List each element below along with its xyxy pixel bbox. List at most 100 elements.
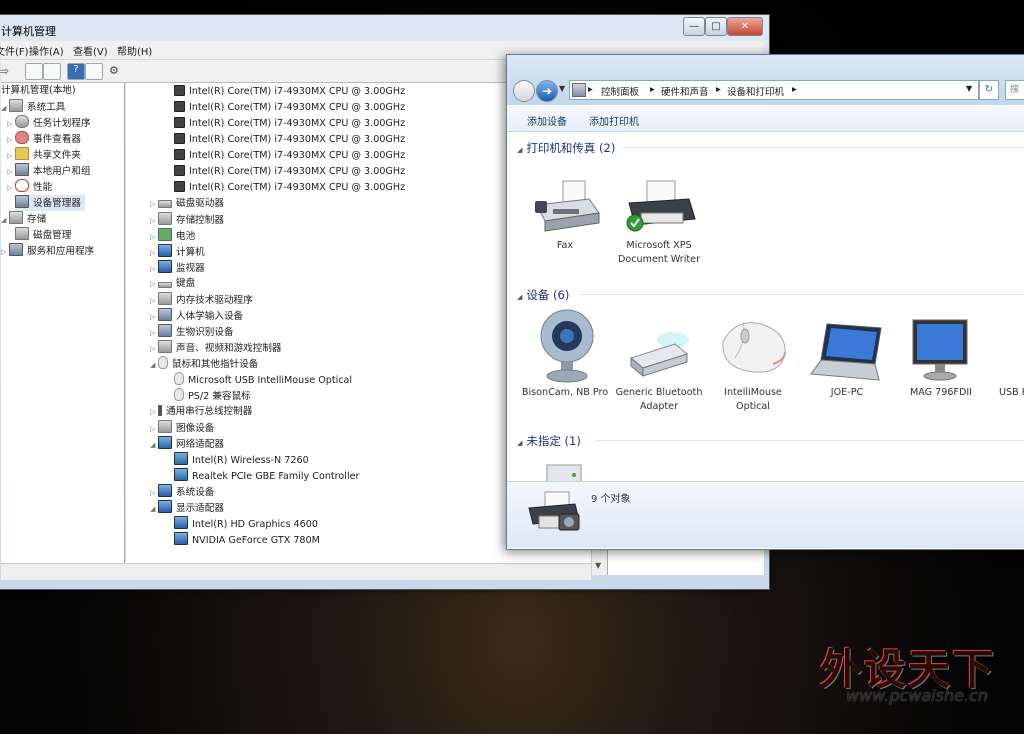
menu-action[interactable]: 操作(A) — [29, 43, 64, 58]
expand-arrow-icon[interactable]: ▷ — [150, 325, 158, 341]
expand-arrow-icon[interactable]: ▷ — [150, 261, 158, 277]
address-bar[interactable]: ▸ 控制面板 ▸ 硬件和声音 ▸ 设备和打印机 ▸ ▼ — [569, 80, 979, 100]
unspecified-device-icon[interactable] — [541, 463, 587, 483]
list-item-cpu[interactable]: Intel(R) Core(TM) i7-4930MX CPU @ 3.00GH… — [174, 84, 405, 100]
expand-arrow-icon[interactable]: ▷ — [150, 485, 158, 501]
list-item-cpu[interactable]: Intel(R) Core(TM) i7-4930MX CPU @ 3.00GH… — [174, 180, 405, 196]
tree-item-task-scheduler[interactable]: ▷ 任务计划程序 — [7, 115, 91, 131]
list-item-display-adapter[interactable]: Intel(R) HD Graphics 4600 — [174, 516, 318, 532]
breadcrumb-separator-icon[interactable]: ▸ — [588, 84, 593, 95]
list-item-cpu[interactable]: Intel(R) Core(TM) i7-4930MX CPU @ 3.00GH… — [174, 148, 405, 164]
category-biometric[interactable]: ▷ 生物识别设备 — [150, 324, 234, 340]
expand-arrow-icon[interactable]: ▷ — [150, 309, 158, 325]
collapse-arrow-icon[interactable]: ◢ — [1, 212, 9, 228]
expand-arrow-icon[interactable]: ▷ — [7, 164, 15, 180]
device-item-xps-writer[interactable]: Microsoft XPS Document Writer — [615, 180, 703, 266]
expand-arrow-icon[interactable]: ▷ — [150, 404, 158, 420]
list-item-network-adapter[interactable]: Realtek PCIe GBE Family Controller — [174, 468, 359, 484]
tree-item-system-tools[interactable]: ◢ 系统工具 — [1, 99, 65, 115]
collapse-arrow-icon[interactable]: ◢ — [150, 501, 158, 517]
menu-view[interactable]: 查看(V) — [73, 43, 108, 58]
device-item-bluetooth-adapter[interactable]: Generic Bluetooth Adapter — [615, 332, 703, 413]
category-disk-drives[interactable]: ▷ 磁盘驱动器 — [150, 196, 224, 212]
breadcrumb-separator-icon[interactable]: ▸ — [716, 84, 721, 95]
title-bar[interactable]: 计算机管理 — □ ✕ — [0, 15, 769, 41]
add-device-button[interactable]: 添加设备 — [527, 113, 567, 128]
tree-item-storage[interactable]: ◢ 存储 — [1, 211, 46, 227]
horizontal-scrollbar[interactable] — [1, 563, 591, 580]
menu-help[interactable]: 帮助(H) — [117, 43, 152, 58]
category-system-devices[interactable]: ▷ 系统设备 — [150, 484, 214, 500]
collapse-arrow-icon[interactable]: ◢ — [517, 146, 522, 154]
list-item-display-adapter[interactable]: NVIDIA GeForce GTX 780M — [174, 532, 320, 548]
scroll-down-arrow-icon[interactable]: ▼ — [595, 561, 601, 570]
expand-arrow-icon[interactable]: ▷ — [7, 116, 15, 132]
list-item-cpu[interactable]: Intel(R) Core(TM) i7-4930MX CPU @ 3.00GH… — [174, 164, 405, 180]
expand-arrow-icon[interactable]: ▷ — [150, 245, 158, 261]
expand-arrow-icon[interactable]: ▷ — [150, 196, 158, 212]
tree-item-services-apps[interactable]: ▷ 服务和应用程序 — [1, 243, 94, 259]
properties-icon[interactable] — [85, 63, 103, 80]
group-header-printers[interactable]: ◢ 打印机和传真 (2) — [517, 140, 1024, 156]
search-input[interactable]: 搜 — [1005, 80, 1024, 100]
breadcrumb-devices-printers[interactable]: 设备和打印机 — [727, 84, 784, 98]
list-item-cpu[interactable]: Intel(R) Core(TM) i7-4930MX CPU @ 3.00GH… — [174, 116, 405, 132]
breadcrumb-hardware-sound[interactable]: 硬件和声音 — [661, 84, 709, 98]
category-storage-controllers[interactable]: ▷ 存储控制器 — [150, 212, 224, 228]
close-button[interactable]: ✕ — [727, 17, 763, 36]
breadcrumb-control-panel[interactable]: 控制面板 — [601, 84, 639, 98]
expand-arrow-icon[interactable]: ▷ — [7, 180, 15, 196]
tree-item-root[interactable]: 计算机管理(本地) — [1, 83, 76, 99]
breadcrumb-separator-icon[interactable]: ▸ — [650, 84, 655, 95]
expand-arrow-icon[interactable]: ▷ — [150, 341, 158, 357]
breadcrumb-separator-icon[interactable]: ▸ — [792, 84, 797, 95]
category-batteries[interactable]: ▷ 电池 — [150, 228, 195, 244]
folder-up-icon[interactable] — [25, 63, 43, 80]
forward-button[interactable]: ➔ — [536, 80, 558, 102]
device-item-fax[interactable]: Fax — [521, 180, 609, 253]
expand-arrow-icon[interactable]: ▷ — [150, 293, 158, 309]
category-imaging[interactable]: ▷ 图像设备 — [150, 420, 214, 436]
category-usb-controllers[interactable]: ▷ 通用串行总线控制器 — [150, 404, 252, 420]
tree-item-shared-folders[interactable]: ▷ 共享文件夹 — [7, 147, 81, 163]
collapse-arrow-icon[interactable]: ◢ — [1, 100, 9, 116]
category-network-adapters[interactable]: ◢ 网络适配器 — [150, 436, 224, 452]
expand-arrow-icon[interactable]: ▷ — [150, 421, 158, 437]
minimize-button[interactable]: — — [683, 17, 705, 36]
category-keyboards[interactable]: ▷ 键盘 — [150, 276, 195, 292]
help-icon[interactable]: ? — [67, 63, 85, 80]
scan-hardware-icon[interactable]: ⚙ — [109, 64, 119, 77]
list-item-mouse[interactable]: Microsoft USB IntelliMouse Optical — [174, 372, 352, 388]
category-memory-tech[interactable]: ▷ 内存技术驱动程序 — [150, 292, 253, 308]
collapse-arrow-icon[interactable]: ◢ — [517, 439, 522, 447]
menu-file[interactable]: 文件(F) — [0, 43, 29, 58]
expand-arrow-icon[interactable]: ▷ — [150, 276, 158, 292]
collapse-arrow-icon[interactable]: ◢ — [150, 357, 158, 373]
device-item-intellimouse[interactable]: IntelliMouse Optical — [709, 321, 797, 413]
tree-item-event-viewer[interactable]: ▷ 事件查看器 — [7, 131, 81, 147]
category-monitors[interactable]: ▷ 监视器 — [150, 260, 205, 276]
forward-arrow-icon[interactable]: ⇨ — [0, 64, 9, 78]
expand-arrow-icon[interactable]: ▷ — [7, 148, 15, 164]
category-mice[interactable]: ◢ 鼠标和其他指针设备 — [150, 356, 258, 372]
address-dropdown-icon[interactable]: ▼ — [966, 84, 972, 93]
list-item-network-adapter[interactable]: Intel(R) Wireless-N 7260 — [174, 452, 309, 468]
expand-arrow-icon[interactable]: ▷ — [150, 229, 158, 245]
refresh-button[interactable]: ↻ — [979, 80, 999, 100]
group-header-devices[interactable]: ◢ 设备 (6) — [517, 287, 1024, 303]
collapse-arrow-icon[interactable]: ◢ — [517, 293, 522, 301]
list-item-mouse[interactable]: PS/2 兼容鼠标 — [174, 388, 251, 404]
device-item-usb-keyboard[interactable]: USB K — [983, 386, 1024, 400]
recent-pages-icon[interactable]: ▼ — [559, 84, 565, 93]
tree-item-device-manager[interactable]: 设备管理器 — [15, 195, 85, 211]
collapse-arrow-icon[interactable]: ◢ — [150, 437, 158, 453]
expand-arrow-icon[interactable]: ▷ — [7, 132, 15, 148]
device-item-monitor[interactable]: MAG 796FDII — [897, 319, 985, 400]
device-item-webcam[interactable]: BisonCam, NB Pro — [521, 309, 609, 400]
maximize-button[interactable]: □ — [705, 17, 727, 36]
expand-arrow-icon[interactable]: ▷ — [150, 213, 158, 229]
device-item-computer[interactable]: JOE-PC — [803, 323, 891, 400]
back-button[interactable] — [513, 80, 535, 102]
tree-item-disk-management[interactable]: 磁盘管理 — [15, 227, 71, 243]
show-tree-icon[interactable] — [43, 63, 61, 80]
